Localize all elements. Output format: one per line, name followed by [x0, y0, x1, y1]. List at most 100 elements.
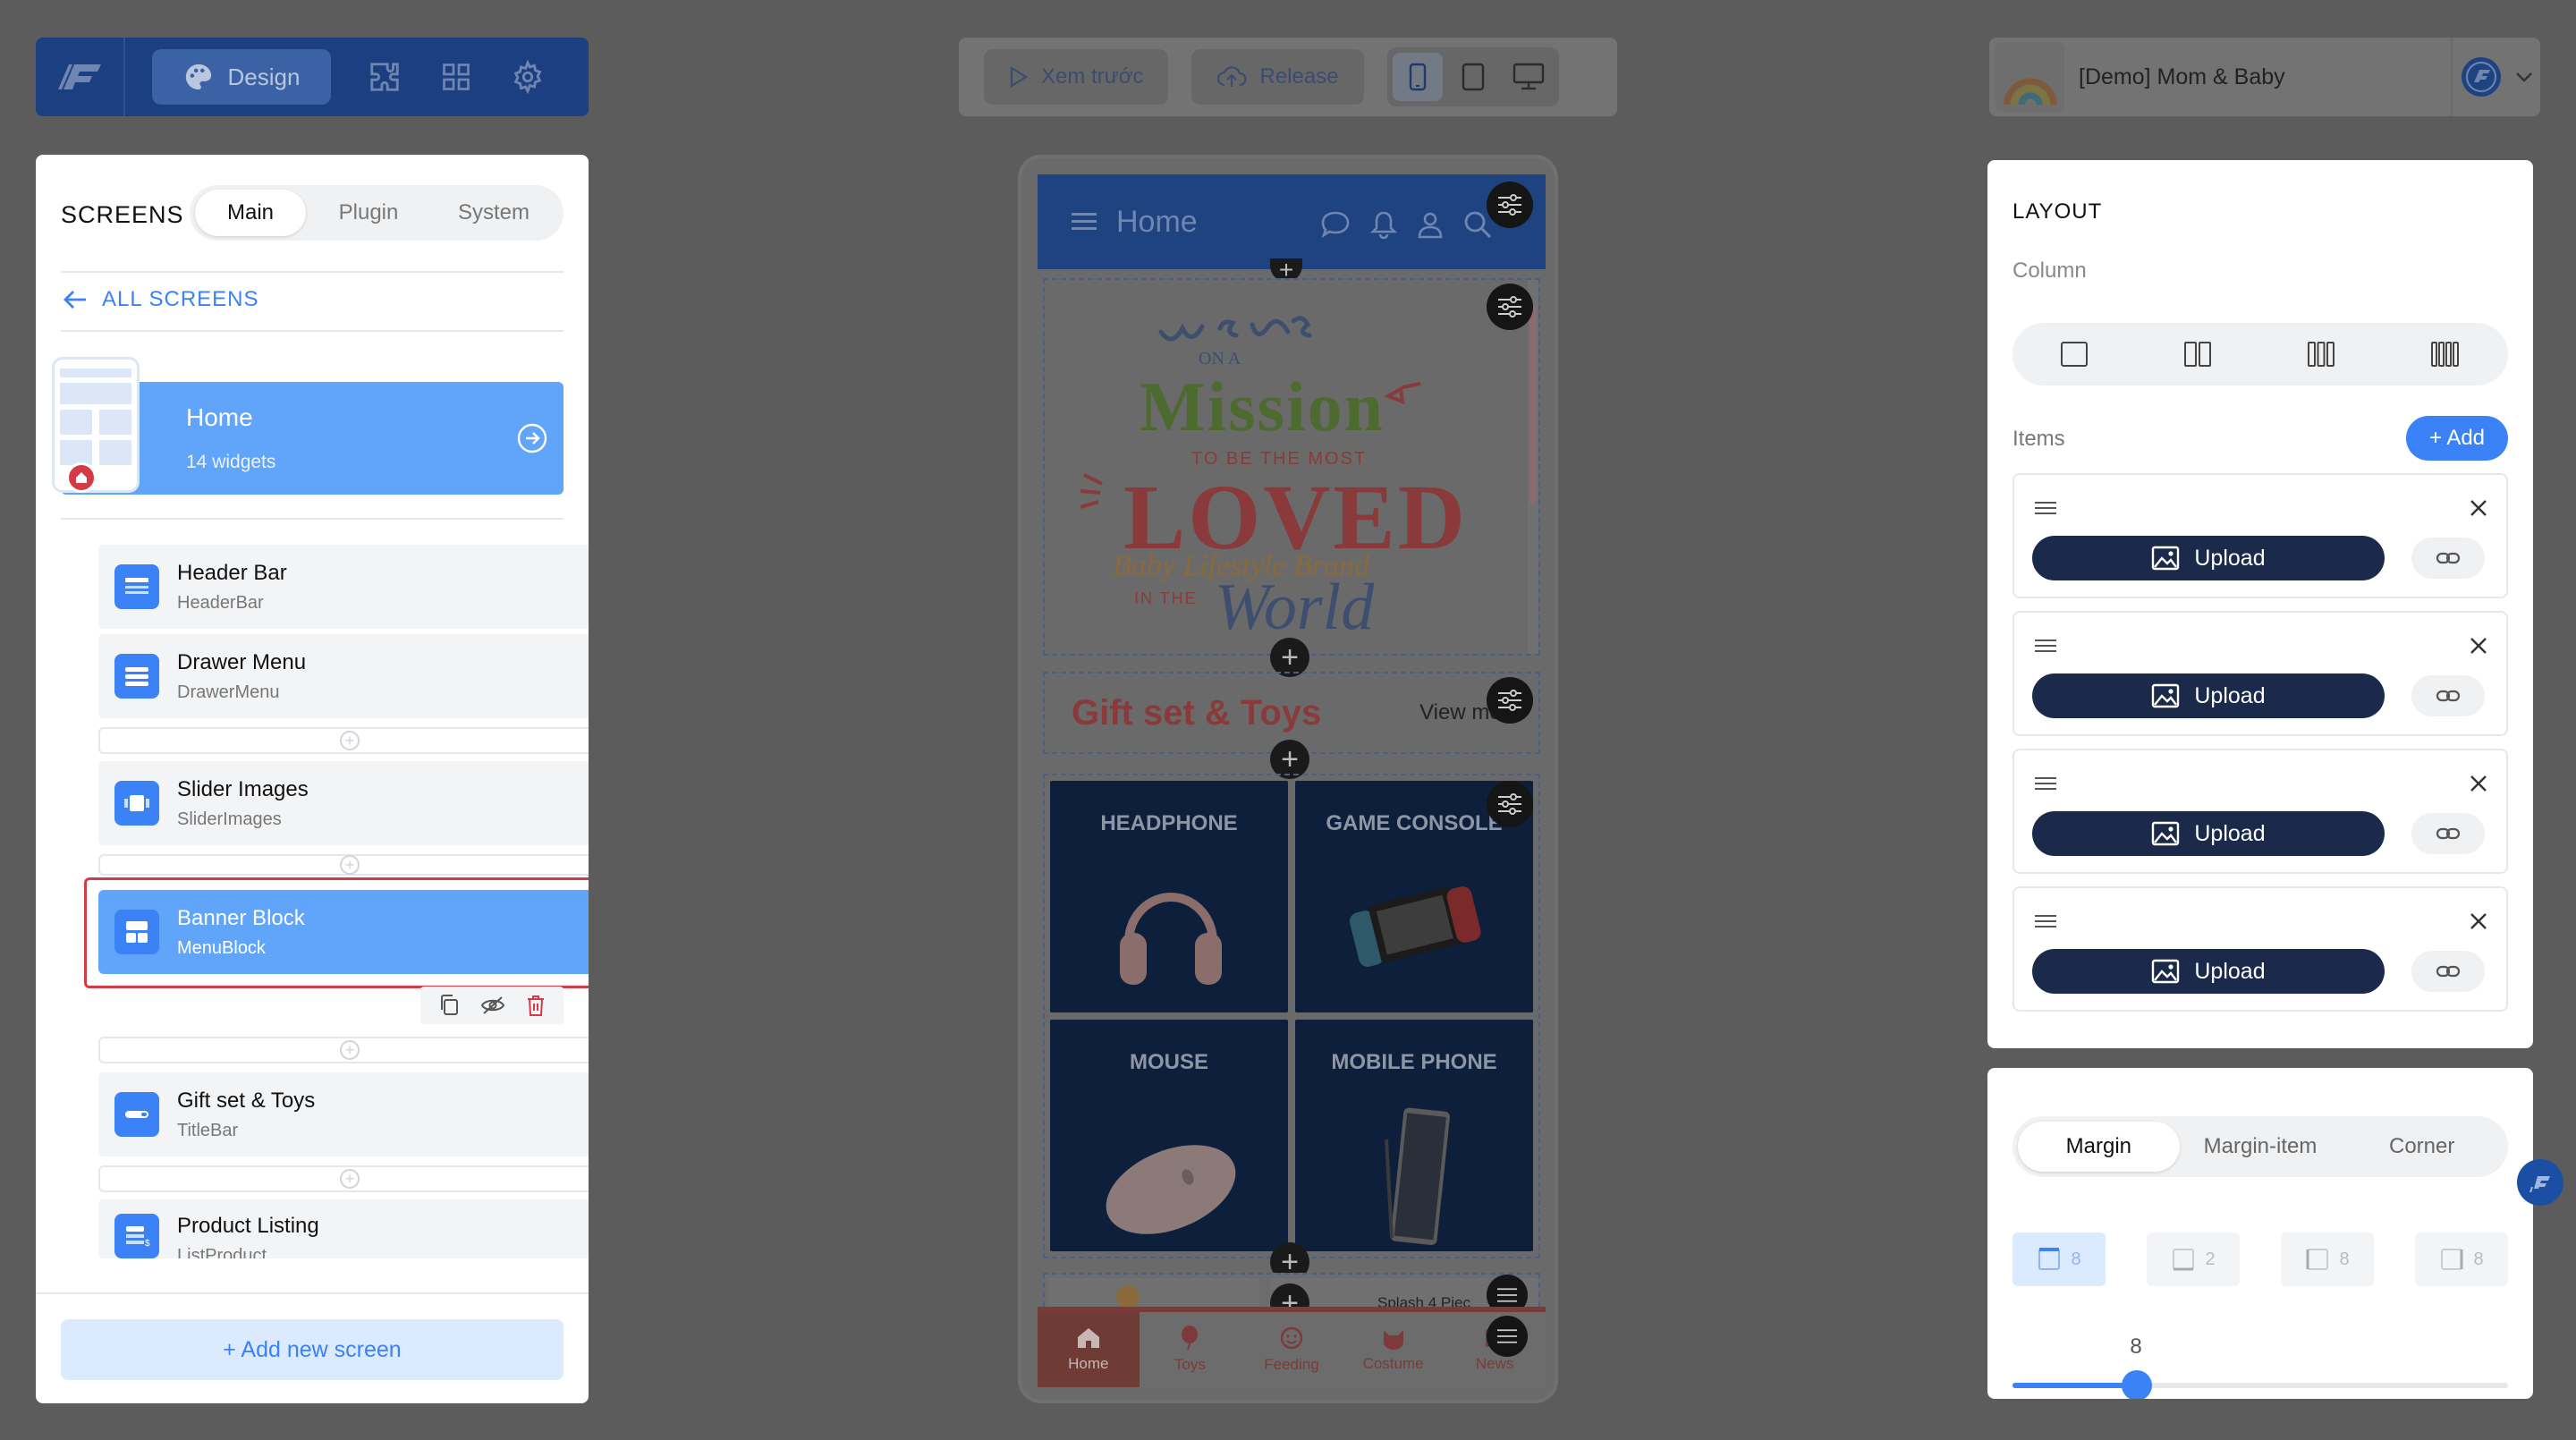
widget-type: SliderImages: [177, 809, 282, 829]
link-icon[interactable]: [2411, 538, 2485, 579]
project-selector[interactable]: [Demo] Mom & Baby: [1989, 38, 2540, 116]
nav-home[interactable]: Home: [1038, 1312, 1140, 1387]
phone-preview: Home + ON A Mission TO BE THE MOST LOVED…: [1018, 155, 1558, 1403]
feeding-icon: [1280, 1326, 1303, 1350]
mobile-device-icon[interactable]: [1392, 53, 1443, 101]
margin-top-option[interactable]: 8: [2012, 1232, 2106, 1286]
design-button[interactable]: Design: [152, 49, 331, 105]
grid-icon[interactable]: [420, 49, 492, 105]
widget-slider-images[interactable]: Slider Images SliderImages: [98, 761, 589, 845]
menu-hamburger-icon[interactable]: [1072, 211, 1097, 233]
device-switcher: [1386, 47, 1559, 106]
four-column-icon[interactable]: [2430, 341, 2461, 368]
widget-product-listing[interactable]: $ Product Listing ListProduct: [98, 1199, 589, 1258]
nav-label: Costume: [1362, 1355, 1424, 1372]
bottom-tab-bar: Home Toys Feeding Costume News: [1038, 1307, 1546, 1387]
palette-icon: [185, 64, 211, 90]
drag-handle-icon[interactable]: [2034, 913, 2057, 929]
close-icon[interactable]: [2469, 636, 2488, 656]
bell-icon[interactable]: [1370, 210, 1397, 239]
margin-right-value: 8: [2473, 1249, 2484, 1269]
nav-feeding[interactable]: Feeding: [1241, 1312, 1343, 1387]
mouse-image: [1106, 1145, 1236, 1234]
all-screens-link[interactable]: ALL SCREENS: [63, 287, 259, 312]
tab-corner[interactable]: Corner: [2341, 1122, 2503, 1172]
desktop-device-icon[interactable]: [1504, 53, 1554, 101]
tablet-device-icon[interactable]: [1448, 53, 1498, 101]
widget-header-bar[interactable]: Header Bar HeaderBar: [98, 545, 589, 629]
margin-left-value: 8: [2339, 1249, 2350, 1269]
divider: [61, 518, 564, 520]
add-widget-slot[interactable]: +: [98, 727, 589, 754]
link-icon[interactable]: [2411, 675, 2485, 716]
drag-handle-icon[interactable]: [2034, 638, 2057, 654]
tab-margin[interactable]: Margin: [2018, 1122, 2180, 1172]
home-icon: [1077, 1328, 1099, 1348]
close-icon[interactable]: [2469, 911, 2488, 931]
svg-text:IN THE: IN THE: [1134, 589, 1198, 607]
widget-gift-set-toys[interactable]: Gift set & Toys TitleBar: [98, 1072, 589, 1156]
drag-handle-icon[interactable]: [2034, 775, 2057, 792]
nav-toys[interactable]: Toys: [1140, 1312, 1241, 1387]
two-column-icon[interactable]: [2183, 341, 2212, 368]
svg-text:$: $: [145, 1239, 150, 1249]
image-icon: [2152, 821, 2180, 846]
spacing-tabs: Margin Margin-item Corner: [2012, 1116, 2508, 1177]
add-widget-slot[interactable]: +: [98, 854, 589, 876]
support-chat-icon[interactable]: [2517, 1159, 2563, 1206]
widget-settings-icon[interactable]: [1487, 182, 1533, 228]
search-icon[interactable]: [1463, 210, 1492, 239]
margin-slider-handle[interactable]: [2122, 1370, 2152, 1399]
tab-margin-item[interactable]: Margin-item: [2180, 1122, 2342, 1172]
banner-tile-mobile-phone[interactable]: MOBILE PHONE: [1295, 1020, 1533, 1251]
screens-panel: SCREENS Main Plugin System ALL SCREENS H…: [36, 155, 589, 1403]
selected-widget-outline: [84, 877, 589, 988]
preview-button[interactable]: Xem trước: [984, 49, 1169, 105]
nav-costume[interactable]: Costume: [1343, 1312, 1445, 1387]
add-widget-slot[interactable]: +: [98, 1165, 589, 1192]
banner-tile-headphone[interactable]: HEADPHONE: [1050, 781, 1288, 1012]
layout-section-title: LAYOUT: [2012, 199, 2103, 224]
arrow-right-circle-icon[interactable]: [517, 423, 547, 453]
upload-button[interactable]: Upload: [2032, 949, 2385, 994]
close-icon[interactable]: [2469, 498, 2488, 518]
drag-handle-icon[interactable]: [2034, 500, 2057, 516]
tab-plugin[interactable]: Plugin: [306, 190, 431, 236]
cat-costume-icon: [1383, 1330, 1403, 1350]
add-widget-slot[interactable]: +: [98, 1037, 589, 1063]
hide-eye-icon[interactable]: [480, 995, 505, 1015]
upload-button[interactable]: Upload: [2032, 811, 2385, 856]
widget-settings-icon[interactable]: [1487, 1316, 1528, 1357]
close-icon[interactable]: [2469, 774, 2488, 793]
svg-text:Mission: Mission: [1140, 368, 1385, 445]
link-icon[interactable]: [2411, 951, 2485, 992]
tab-system[interactable]: System: [431, 190, 556, 236]
widget-settings-icon[interactable]: [1487, 781, 1533, 827]
upload-button[interactable]: Upload: [2032, 536, 2385, 580]
delete-trash-icon[interactable]: [526, 994, 546, 1017]
release-button[interactable]: Release: [1191, 49, 1364, 105]
link-icon[interactable]: [2411, 813, 2485, 854]
fluxstore-logo: [36, 38, 125, 116]
add-item-button[interactable]: + Add: [2406, 416, 2508, 461]
plugin-icon[interactable]: [349, 49, 420, 105]
balloon-icon: [1182, 1326, 1199, 1351]
account-menu[interactable]: [2453, 38, 2540, 116]
tab-main[interactable]: Main: [195, 190, 306, 236]
widget-drawer-menu[interactable]: Drawer Menu DrawerMenu: [98, 634, 589, 718]
margin-left-option[interactable]: 8: [2281, 1232, 2374, 1286]
one-column-icon[interactable]: [2060, 341, 2089, 368]
upload-button[interactable]: Upload: [2032, 673, 2385, 718]
banner-tile-mouse[interactable]: MOUSE: [1050, 1020, 1288, 1251]
widget-settings-icon[interactable]: [1487, 677, 1533, 724]
title-bar-title: Gift set & Toys: [1072, 692, 1322, 733]
add-new-screen-button[interactable]: + Add new screen: [61, 1319, 564, 1380]
chat-icon[interactable]: [1320, 210, 1351, 239]
margin-right-option[interactable]: 8: [2415, 1232, 2508, 1286]
three-column-icon[interactable]: [2307, 341, 2335, 368]
margin-bottom-option[interactable]: 2: [2147, 1232, 2240, 1286]
user-icon[interactable]: [1417, 210, 1444, 239]
settings-gear-icon[interactable]: [492, 49, 564, 105]
widget-settings-icon[interactable]: [1487, 284, 1533, 330]
copy-icon[interactable]: [438, 994, 460, 1017]
